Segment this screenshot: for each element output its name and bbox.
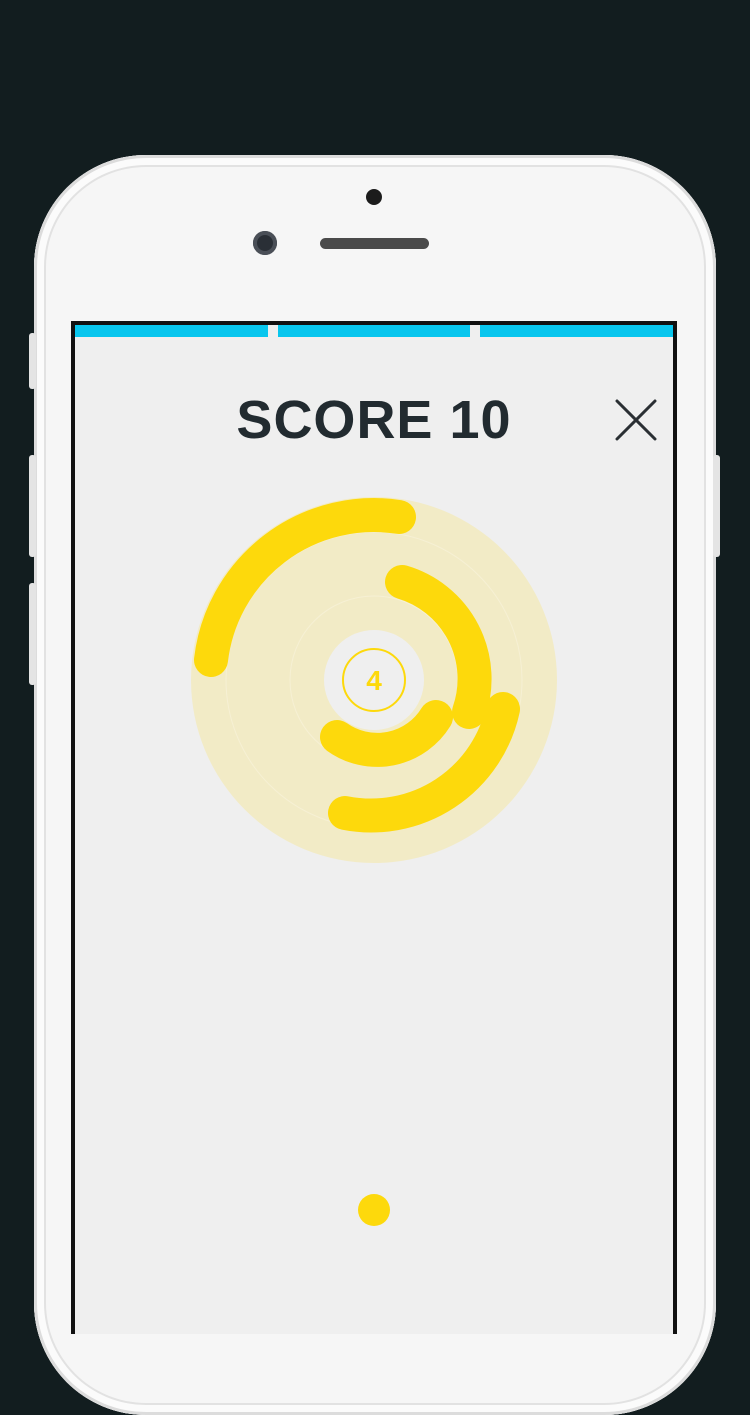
game-board: 4: [191, 497, 557, 1226]
mute-switch: [29, 333, 36, 389]
remaining-count: 4: [366, 665, 382, 696]
power-button: [713, 455, 720, 557]
game-area[interactable]: SCORE 10 4: [75, 325, 674, 1334]
volume-down-button: [29, 583, 36, 685]
earpiece-speaker: [320, 238, 429, 249]
front-camera-icon: [253, 231, 277, 255]
proximity-sensor: [366, 189, 382, 205]
game-screen: SCORE 10 4: [71, 321, 677, 1334]
volume-up-button: [29, 455, 36, 557]
player-ball[interactable]: [358, 1194, 390, 1226]
